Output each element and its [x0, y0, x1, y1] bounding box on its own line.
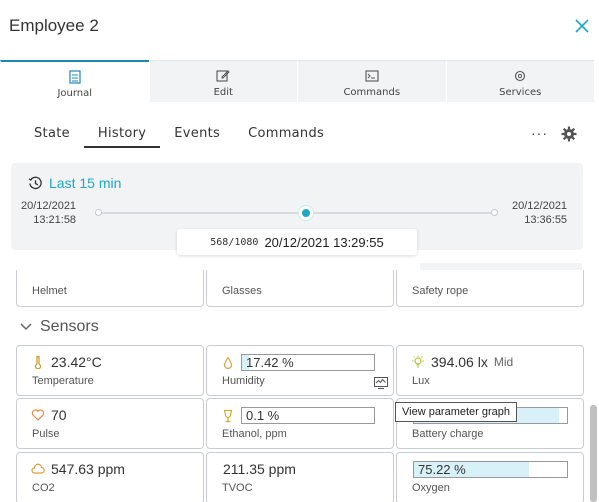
- journal-icon: [69, 70, 81, 84]
- tab-commands[interactable]: Commands: [297, 60, 446, 102]
- end-date: 20/12/2021: [512, 200, 568, 212]
- lux-level: Mid: [493, 355, 514, 369]
- sensor-value: 75.22 %: [413, 461, 568, 478]
- equipment-name: Safety rope: [412, 285, 469, 297]
- sensor-card-oxygen: 75.22 % Oxygen: [396, 452, 584, 502]
- sensor-value: 394.06 lx Mid: [411, 354, 513, 370]
- settings-gear-icon[interactable]: [561, 126, 577, 142]
- subtab-events[interactable]: Events: [160, 126, 234, 148]
- droplet-icon: [223, 355, 233, 369]
- parameter-graph-icon[interactable]: [374, 377, 388, 389]
- tab-label: Journal: [57, 88, 93, 99]
- tab-edit[interactable]: Edit: [148, 60, 297, 102]
- sensor-card-pulse: 70 Pulse: [16, 398, 204, 449]
- range-label: Last 15 min: [49, 175, 122, 191]
- sensor-name: Humidity: [222, 375, 265, 387]
- equipment-name: Helmet: [32, 285, 67, 297]
- services-gear-icon: [515, 70, 526, 82]
- more-options-button[interactable]: ···: [531, 125, 548, 141]
- tab-label: Edit: [213, 87, 233, 98]
- sensor-card-tvoc: 211.35 ppm TVOC: [206, 452, 394, 502]
- sensor-card-co2: 547.63 ppm CO2: [16, 452, 204, 502]
- sensor-value: 547.63 ppm: [31, 461, 125, 477]
- sensor-name: Battery charge: [412, 428, 484, 440]
- main-tabs: Journal Edit Commands Services: [0, 60, 594, 102]
- thermometer-icon: [34, 355, 42, 369]
- sensor-card-temperature: 23.42°C Temperature: [16, 345, 204, 396]
- sensor-value: 23.42°C: [31, 354, 102, 370]
- sensor-value: 211.35 ppm: [223, 461, 296, 477]
- sub-tabs: State History Events Commands: [20, 126, 338, 148]
- sensor-value: 70: [31, 407, 67, 423]
- subtab-history[interactable]: History: [83, 126, 161, 148]
- start-date: 20/12/2021: [21, 200, 77, 212]
- equipment-card-helmet: Helmet: [16, 270, 204, 307]
- bulb-icon: [412, 355, 424, 368]
- timeline-track[interactable]: [99, 212, 495, 214]
- equipment-card-safety-rope: Safety rope: [396, 270, 584, 307]
- sensors-section-toggle[interactable]: Sensors: [20, 318, 99, 336]
- time-range-selector[interactable]: Last 15 min: [28, 175, 121, 191]
- oxygen-value: 75.22 %: [418, 462, 466, 477]
- timeline-start-point: [95, 209, 102, 216]
- pulse-value: 70: [51, 407, 67, 423]
- sensor-name: Oxygen: [412, 482, 450, 494]
- glass-icon: [223, 409, 233, 422]
- history-clock-icon: [28, 176, 42, 189]
- heart-icon: [31, 409, 45, 421]
- sensor-name: CO2: [32, 482, 55, 494]
- sensor-name: Pulse: [32, 428, 60, 440]
- humidity-bar: 17.42 %: [241, 354, 375, 371]
- sensor-card-lux: 394.06 lx Mid Lux: [396, 345, 584, 396]
- sensor-name: Ethanol, ppm: [222, 428, 287, 440]
- sensor-name: Lux: [412, 375, 430, 387]
- sensor-value: 0.1 %: [221, 407, 375, 424]
- equipment-card-glasses: Glasses: [206, 270, 394, 307]
- start-time: 13:21:58: [33, 214, 77, 226]
- tab-label: Services: [499, 87, 542, 98]
- current-timestamp-box: 568/1080 20/12/2021 13:29:55: [177, 229, 417, 255]
- terminal-icon: [365, 70, 379, 82]
- timeline-end: 20/12/2021 13:36:55: [512, 199, 567, 227]
- sensors-title: Sensors: [40, 318, 99, 335]
- tab-journal[interactable]: Journal: [0, 60, 149, 102]
- tab-services[interactable]: Services: [445, 60, 594, 102]
- record-counter: 568/1080: [210, 236, 259, 248]
- edit-icon: [216, 70, 230, 82]
- page-title: Employee 2: [9, 16, 99, 35]
- tab-label: Commands: [343, 87, 401, 98]
- oxygen-bar: 75.22 %: [413, 461, 568, 478]
- end-time: 13:36:55: [524, 214, 568, 226]
- cloud-icon: [31, 463, 45, 474]
- ethanol-bar: 0.1 %: [241, 407, 375, 424]
- lux-value: 394.06 lx: [431, 354, 488, 370]
- ethanol-value: 0.1 %: [246, 408, 280, 423]
- tooltip: View parameter graph: [395, 402, 518, 422]
- close-icon[interactable]: [574, 18, 590, 34]
- sensor-card-ethanol: 0.1 % Ethanol, ppm: [206, 398, 394, 449]
- chevron-down-icon: [20, 323, 32, 331]
- equipment-name: Glasses: [222, 285, 262, 297]
- sensor-value: 17.42 %: [221, 354, 375, 371]
- timeline-slider-thumb[interactable]: [299, 206, 313, 220]
- timeline-end-point: [491, 209, 498, 216]
- subtab-state[interactable]: State: [20, 126, 84, 148]
- subtab-commands[interactable]: Commands: [234, 126, 338, 148]
- humidity-value: 17.42 %: [246, 355, 294, 370]
- current-timestamp: 20/12/2021 13:29:55: [264, 234, 384, 250]
- sensor-name: TVOC: [222, 482, 253, 494]
- tvoc-value: 211.35 ppm: [223, 461, 296, 477]
- sensor-name: Temperature: [32, 375, 94, 387]
- co2-value: 547.63 ppm: [51, 461, 125, 477]
- sensor-card-humidity: 17.42 % Humidity: [206, 345, 394, 396]
- temperature-value: 23.42°C: [51, 354, 102, 370]
- timeline-start: 20/12/2021 13:21:58: [21, 199, 76, 227]
- scrollbar[interactable]: [590, 405, 597, 502]
